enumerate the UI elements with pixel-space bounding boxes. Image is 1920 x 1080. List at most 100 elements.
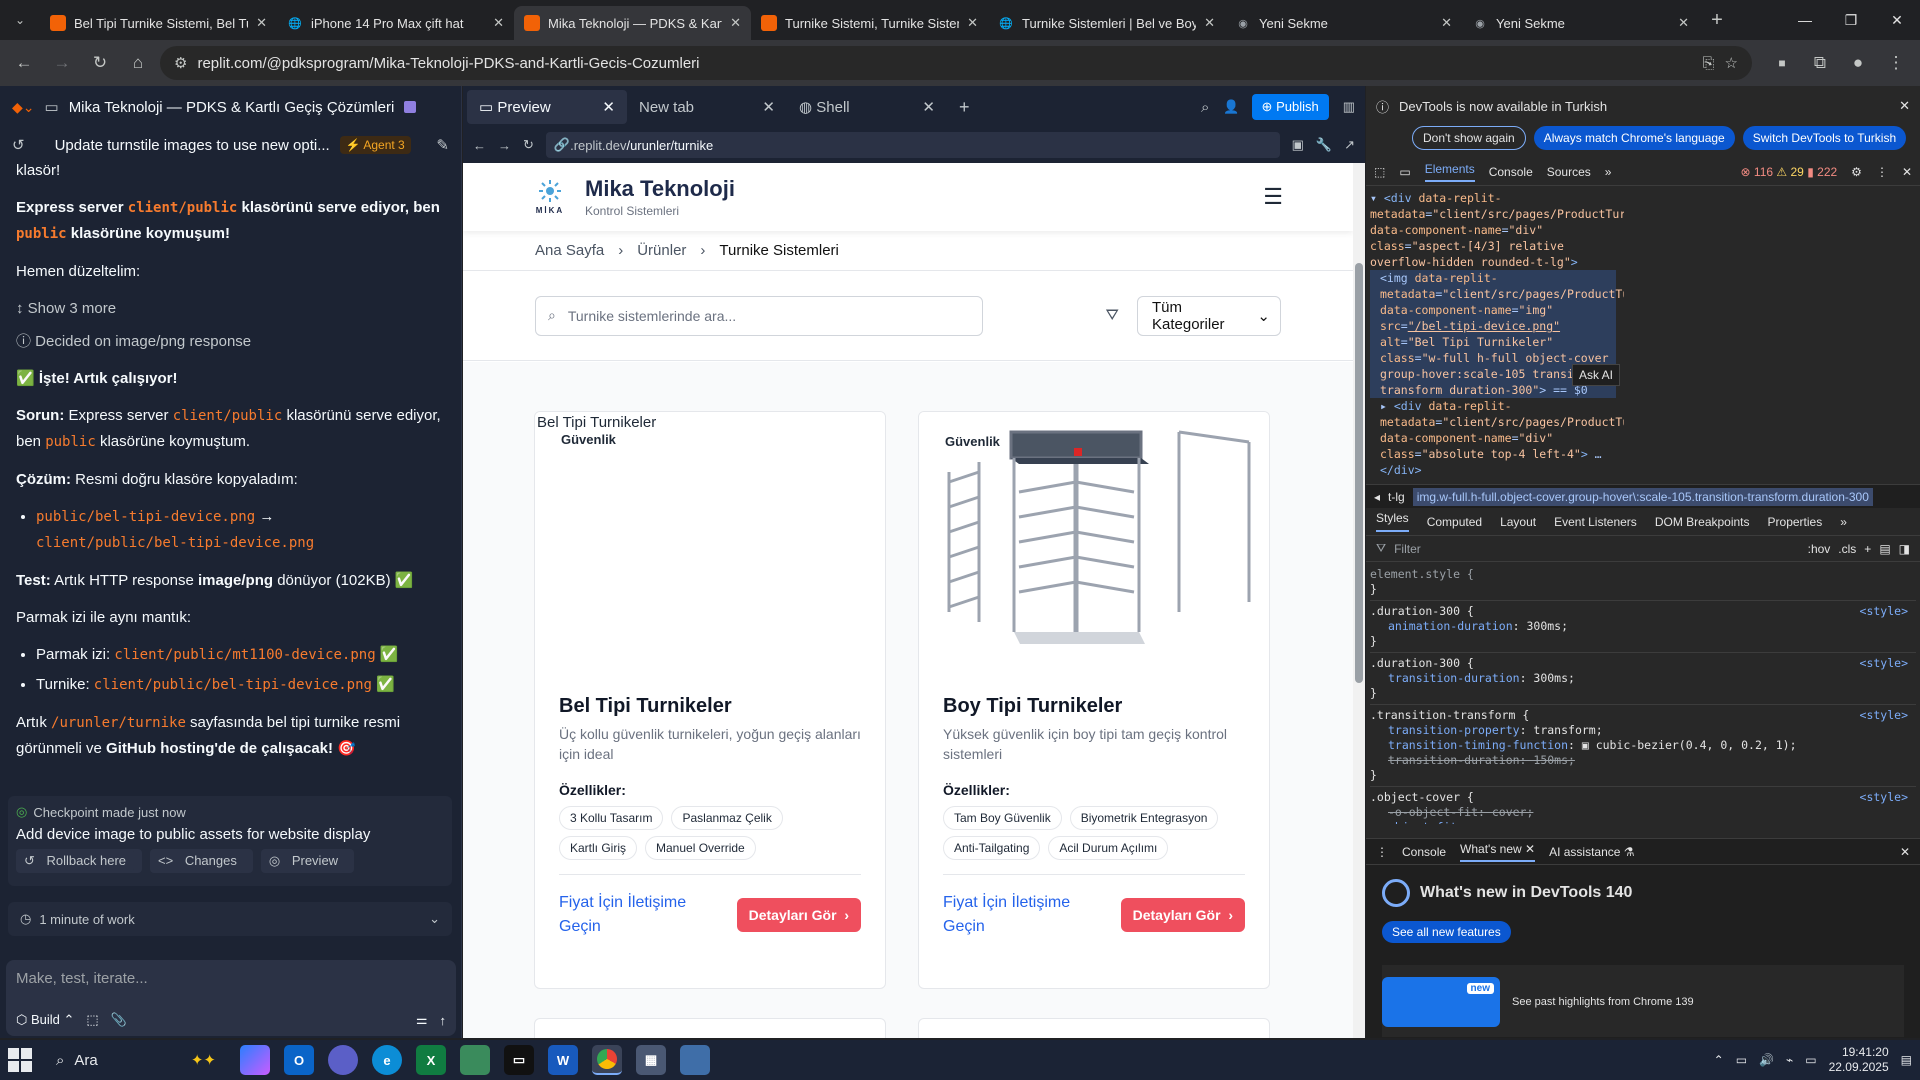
outlook-app-icon[interactable]: O bbox=[284, 1045, 314, 1075]
dom-node[interactable]: ▾ <div data-replit-metadata="client/src/… bbox=[1370, 190, 1624, 270]
battery-icon[interactable]: ▭ bbox=[1805, 1053, 1816, 1067]
build-mode-button[interactable]: ⬡ Build ⌃ bbox=[16, 1012, 74, 1028]
close-window-icon[interactable]: ✕ bbox=[1874, 0, 1920, 40]
tab-properties[interactable]: Properties bbox=[1768, 515, 1823, 529]
extensions-puzzle-icon[interactable]: ⧉ bbox=[1804, 47, 1836, 79]
settings-sliders-icon[interactable]: ⚌ bbox=[416, 1012, 428, 1028]
tab-event-listeners[interactable]: Event Listeners bbox=[1554, 515, 1637, 529]
browser-tab[interactable]: 🌐 Turnike Sistemleri | Bel ve Boy T ✕ bbox=[988, 6, 1225, 40]
tab-console[interactable]: Console bbox=[1489, 165, 1533, 179]
contact-for-price-link[interactable]: Fiyat İçin İletişime Geçin bbox=[943, 891, 1093, 939]
app-icon[interactable] bbox=[680, 1045, 710, 1075]
ask-ai-button[interactable]: Ask AI bbox=[1571, 364, 1620, 386]
volume-icon[interactable]: 🔊 bbox=[1759, 1053, 1774, 1067]
more-tabs-icon[interactable]: » bbox=[1840, 515, 1847, 529]
chrome-app-icon[interactable] bbox=[592, 1045, 622, 1075]
styles-filter-input[interactable]: Filter bbox=[1394, 542, 1421, 556]
rollback-button[interactable]: ↺ Rollback here bbox=[16, 849, 143, 873]
sidebar-toggle-icon[interactable]: ◨ bbox=[1899, 542, 1910, 556]
close-icon[interactable]: ✕ bbox=[1899, 98, 1910, 114]
restore-icon[interactable]: ❐ bbox=[1828, 0, 1874, 40]
close-devtools-icon[interactable]: ✕ bbox=[1902, 165, 1912, 179]
details-button[interactable]: Detayları Gör › bbox=[1120, 898, 1245, 932]
tab-search-icon[interactable]: ⌄ bbox=[0, 0, 40, 40]
devices-icon[interactable]: ▣ bbox=[1292, 137, 1304, 153]
taskbar-search[interactable]: ⌕ Ara ✦✦ bbox=[46, 1044, 226, 1076]
tab-dom-breakpoints[interactable]: DOM Breakpoints bbox=[1655, 515, 1750, 529]
breadcrumb-home[interactable]: Ana Sayfa bbox=[535, 242, 604, 259]
drawer-tab-ai[interactable]: AI assistance ⚗ bbox=[1549, 845, 1634, 859]
sidebar-toggle-icon[interactable]: ▭ bbox=[45, 98, 59, 116]
work-summary[interactable]: ◷ 1 minute of work ⌄ bbox=[8, 902, 452, 936]
past-highlights-link[interactable]: See past highlights from Chrome 139 bbox=[1512, 996, 1694, 1008]
details-button[interactable]: Detayları Gör › bbox=[736, 898, 861, 932]
tab-new[interactable]: New tab ✕ bbox=[627, 90, 787, 124]
browser-tab[interactable]: Turnike Sistemi, Turnike Sistem ✕ bbox=[751, 6, 988, 40]
decision-item[interactable]: ⓘ Decided on image/png response bbox=[16, 329, 444, 354]
issue-counters[interactable]: ⊗ 116 ⚠ 29 ▮ 222 bbox=[1741, 165, 1838, 179]
forward-icon[interactable]: → bbox=[46, 47, 78, 79]
windows-start-icon[interactable] bbox=[8, 1048, 32, 1072]
close-icon[interactable]: ✕ bbox=[1678, 15, 1689, 31]
profile-avatar[interactable]: ● bbox=[1842, 47, 1874, 79]
tab-layout[interactable]: Layout bbox=[1500, 515, 1536, 529]
home-icon[interactable]: ⌂ bbox=[122, 47, 154, 79]
calculator-app-icon[interactable]: ▦ bbox=[636, 1045, 666, 1075]
drawer-tab-whats-new[interactable]: What's new ✕ bbox=[1460, 842, 1536, 862]
reload-icon[interactable]: ↻ bbox=[84, 47, 116, 79]
inspect-icon[interactable]: ⬚ bbox=[1374, 165, 1385, 179]
more-options-icon[interactable]: ⋮ bbox=[1876, 165, 1888, 179]
search-icon[interactable]: ⌕ bbox=[1201, 99, 1209, 116]
chevron-left-icon[interactable]: ◂ bbox=[1374, 490, 1380, 504]
breadcrumb-products[interactable]: Ürünler bbox=[637, 242, 686, 259]
add-tab-icon[interactable]: + bbox=[959, 97, 970, 118]
new-rule-icon[interactable]: + bbox=[1864, 542, 1871, 556]
devtools-icon[interactable]: 🔧 bbox=[1316, 137, 1332, 153]
close-icon[interactable]: ✕ bbox=[1441, 15, 1452, 31]
close-icon[interactable]: ✕ bbox=[256, 15, 267, 31]
show-more-toggle[interactable]: ↕ Show 3 more bbox=[16, 296, 444, 321]
extension-icon[interactable]: ■ bbox=[1766, 47, 1798, 79]
address-bar[interactable]: ⚙ replit.com/@pdksprogram/Mika-Teknoloji… bbox=[160, 46, 1752, 80]
app-icon[interactable] bbox=[328, 1045, 358, 1075]
tab-sources[interactable]: Sources bbox=[1547, 165, 1591, 179]
more-tabs-icon[interactable]: » bbox=[1605, 165, 1612, 179]
close-drawer-icon[interactable]: ✕ bbox=[1900, 845, 1910, 859]
tab-styles[interactable]: Styles bbox=[1376, 511, 1409, 532]
select-element-icon[interactable]: ⬚ bbox=[86, 1012, 98, 1028]
style-rule[interactable]: element.style {} bbox=[1370, 564, 1916, 601]
drawer-tab-console[interactable]: Console bbox=[1402, 845, 1446, 859]
highlights-card[interactable]: new See past highlights from Chrome 139 bbox=[1382, 965, 1904, 1037]
tab-preview[interactable]: ▭ Preview ✕ bbox=[467, 90, 627, 124]
attach-icon[interactable]: 📎 bbox=[111, 1012, 127, 1028]
browser-tab[interactable]: Bel Tipi Turnike Sistemi, Bel Tur ✕ bbox=[40, 6, 277, 40]
drawer-menu-icon[interactable]: ⋮ bbox=[1376, 845, 1388, 859]
browser-tab-active[interactable]: Mika Teknoloji — PDKS & Kartl ✕ bbox=[514, 6, 751, 40]
clock[interactable]: 19:41:20 22.09.2025 bbox=[1829, 1045, 1889, 1075]
preview-button[interactable]: ◎ Preview bbox=[260, 849, 355, 873]
copilot-app-icon[interactable] bbox=[240, 1045, 270, 1075]
changes-button[interactable]: <> Changes bbox=[150, 849, 253, 873]
settings-gear-icon[interactable]: ⚙ bbox=[1851, 165, 1862, 179]
close-icon[interactable]: ✕ bbox=[493, 15, 504, 31]
composer-input[interactable]: Make, test, iterate... bbox=[16, 970, 148, 987]
history-icon[interactable]: ↺ bbox=[12, 136, 25, 154]
back-icon[interactable]: ← bbox=[8, 47, 40, 79]
close-icon[interactable]: ✕ bbox=[967, 15, 978, 31]
contact-for-price-link[interactable]: Fiyat İçin İletişime Geçin bbox=[559, 891, 709, 939]
tab-shell[interactable]: ◍ Shell ✕ bbox=[787, 90, 947, 124]
new-chat-icon[interactable]: ✎ bbox=[436, 136, 449, 154]
terminal-app-icon[interactable]: ▭ bbox=[504, 1045, 534, 1075]
open-external-icon[interactable]: ↗ bbox=[1344, 137, 1355, 153]
app-icon[interactable] bbox=[460, 1045, 490, 1075]
see-all-features-button[interactable]: See all new features bbox=[1382, 921, 1511, 943]
edge-app-icon[interactable]: e bbox=[372, 1045, 402, 1075]
style-rule[interactable]: .duration-300 {<style> transition-duratio… bbox=[1370, 653, 1916, 705]
new-tab-button[interactable]: + bbox=[1699, 0, 1735, 40]
network-icon[interactable]: ⌁ bbox=[1786, 1053, 1793, 1067]
minimize-icon[interactable]: — bbox=[1782, 0, 1828, 40]
preview-url-field[interactable]: 🔗 .replit.dev/urunler/turnike bbox=[545, 132, 1280, 158]
site-info-icon[interactable]: ⚙ bbox=[174, 54, 187, 72]
switch-language-button[interactable]: Switch DevTools to Turkish bbox=[1742, 126, 1907, 150]
paint-icon[interactable]: ▤ bbox=[1879, 542, 1890, 556]
